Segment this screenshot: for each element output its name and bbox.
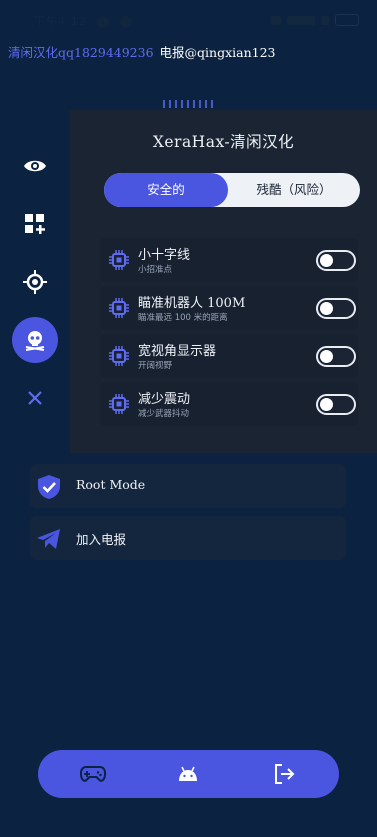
chip-icon xyxy=(109,394,129,414)
toggle-small-crosshair[interactable] xyxy=(316,250,356,271)
eye-icon[interactable] xyxy=(12,143,58,189)
option-aimbot: 瞄准机器人 100M 瞄准最远 100 米的距离 xyxy=(100,286,358,330)
status-bar: 下午4:12 xyxy=(0,0,377,40)
add-widget-icon[interactable] xyxy=(12,201,58,247)
toggle-wide-view[interactable] xyxy=(316,346,356,367)
chip-icon xyxy=(109,250,129,270)
mute-icon xyxy=(97,16,110,28)
gamepad-icon[interactable] xyxy=(80,762,106,786)
battery-icon xyxy=(335,14,359,26)
root-mode-label: Root Mode xyxy=(76,477,146,492)
option-label: 瞄准机器人 100M xyxy=(138,296,246,311)
panel-title: XeraHax-清闲汉化 xyxy=(152,133,295,151)
option-label: 减少震动 xyxy=(138,392,191,407)
target-icon[interactable] xyxy=(12,259,58,305)
option-small-crosshair: 小十字线 小招准点 xyxy=(100,238,358,282)
option-label: 小十字线 xyxy=(138,248,191,263)
network-icon xyxy=(321,15,329,25)
option-desc: 小招准点 xyxy=(138,265,173,275)
tab-brutal[interactable]: 残酷（风险） xyxy=(228,173,360,207)
toggle-reduce-shake[interactable] xyxy=(316,394,356,415)
banner-qq: 清闲汉化qq1829449236 xyxy=(8,45,154,60)
shield-check-icon xyxy=(38,475,60,499)
option-label: 宽视角显示器 xyxy=(138,344,217,359)
alarm-icon xyxy=(119,16,132,28)
chip-icon xyxy=(109,298,129,318)
option-wide-view: 宽视角显示器 开阔视野 xyxy=(100,334,358,378)
option-reduce-shake: 减少震动 减少武器抖动 xyxy=(100,382,358,426)
status-icons xyxy=(271,14,359,26)
logout-icon[interactable] xyxy=(271,762,297,786)
option-desc: 开阔视野 xyxy=(138,361,173,371)
signal-icon xyxy=(287,15,315,25)
bottom-dock xyxy=(38,750,339,798)
root-mode-card[interactable]: Root Mode xyxy=(30,464,346,508)
skull-icon[interactable] xyxy=(12,317,58,363)
contact-banner: 清闲汉化qq1829449236 电报@qingxian123 xyxy=(8,42,276,61)
toggle-knob xyxy=(320,254,333,267)
close-icon[interactable] xyxy=(12,375,58,421)
tab-safe[interactable]: 安全的 xyxy=(104,173,228,207)
join-telegram-card[interactable]: 加入电报 xyxy=(30,516,346,560)
chip-icon xyxy=(109,346,129,366)
toggle-knob xyxy=(320,350,333,363)
status-time-group: 下午4:12 xyxy=(34,13,132,29)
status-time: 下午4:12 xyxy=(34,15,87,28)
option-desc: 瞄准最远 100 米的距离 xyxy=(138,313,228,323)
toggle-aimbot[interactable] xyxy=(316,298,356,319)
android-icon[interactable] xyxy=(175,762,201,786)
banner-telegram: 电报@qingxian123 xyxy=(159,45,276,60)
telegram-icon xyxy=(37,529,60,549)
cheat-panel: XeraHax-清闲汉化 安全的 残酷（风险） 小十字线 小招准点 瞄准机器人 … xyxy=(70,110,377,453)
option-desc: 减少武器抖动 xyxy=(138,409,190,419)
wifi-icon xyxy=(271,15,281,25)
join-telegram-label: 加入电报 xyxy=(76,532,127,547)
toggle-knob xyxy=(320,398,333,411)
toggle-knob xyxy=(320,302,333,315)
mode-tabs: 安全的 残酷（风险） xyxy=(104,173,360,207)
